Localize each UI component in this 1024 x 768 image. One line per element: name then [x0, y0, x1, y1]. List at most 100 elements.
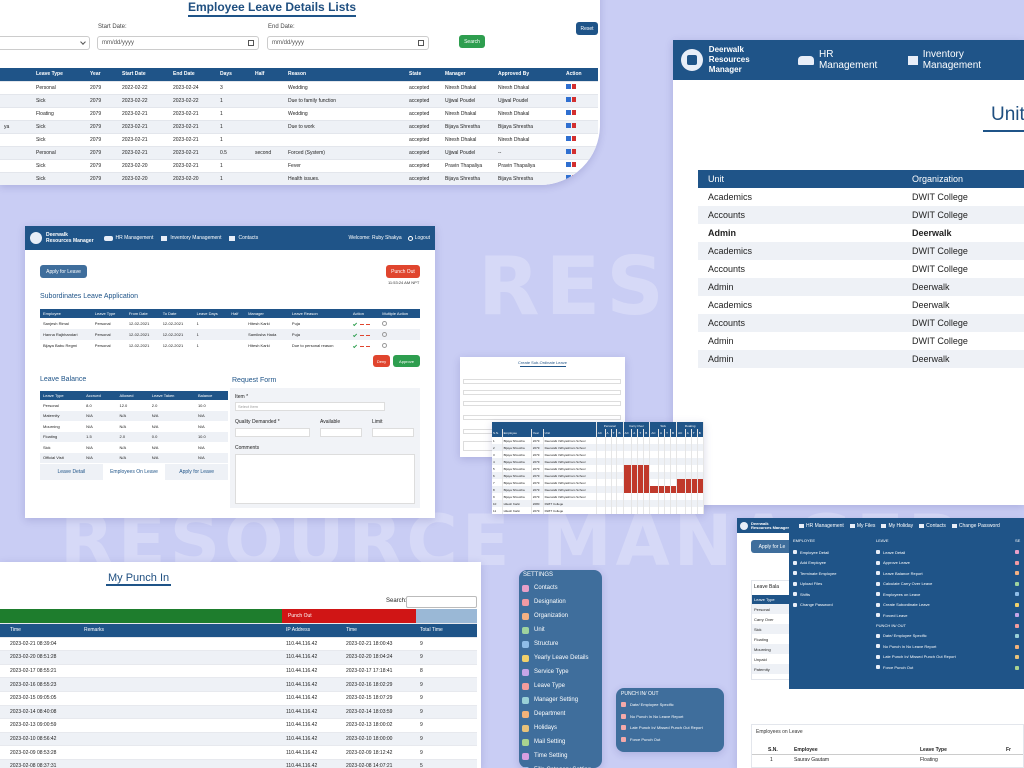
check-icon[interactable] [352, 321, 357, 327]
delete-icon[interactable] [572, 123, 576, 128]
settings-item[interactable]: Service Type [519, 665, 602, 679]
edit-icon[interactable] [566, 175, 571, 181]
item-select[interactable]: Select Item [235, 402, 385, 411]
menu-item[interactable]: Employee Detail [793, 547, 873, 558]
delete-icon[interactable] [572, 97, 576, 102]
menu-item[interactable] [1015, 631, 1024, 642]
tab-leave-detail[interactable]: Leave Detail [40, 464, 103, 480]
menu-item[interactable]: Upload Files [793, 579, 873, 590]
edit-icon[interactable] [566, 162, 571, 167]
start-date-input[interactable]: mm/dd/yyyy [97, 36, 259, 50]
row-checkbox[interactable] [382, 320, 388, 326]
menu-item[interactable] [1015, 558, 1024, 569]
menu-item[interactable]: Date/ Employee Specific [876, 631, 1006, 642]
settings-item[interactable]: Fills Category Setting [519, 763, 602, 768]
settings-item[interactable]: Department [519, 707, 602, 721]
punch-menu-item[interactable]: No Punch In No Leave Report [621, 711, 724, 723]
menu-item[interactable]: Change Password [793, 600, 873, 611]
menu-item[interactable]: Approve Leave [876, 558, 1006, 569]
nav-item[interactable]: My Files [849, 523, 875, 529]
apply-for-leave-button[interactable]: Apply for Le [751, 540, 793, 553]
end-date-input[interactable]: mm/dd/yyyy [267, 36, 429, 50]
nav-inventory-management[interactable]: Inventory Management [907, 49, 1024, 71]
employee-select[interactable] [0, 36, 90, 50]
row-checkbox[interactable] [382, 342, 388, 348]
delete-icon[interactable] [572, 162, 576, 167]
menu-item[interactable]: Create Subordinate Leave [876, 600, 1006, 611]
minus-icon[interactable] [365, 346, 370, 347]
check-icon[interactable] [352, 343, 357, 349]
search-input[interactable] [406, 596, 477, 608]
tab-employees-on-leave[interactable]: Employees On Leave [102, 464, 166, 480]
nav-item[interactable]: My Holiday [881, 523, 913, 529]
delete-icon[interactable] [572, 136, 576, 141]
from-date-field[interactable] [463, 401, 621, 406]
edit-icon[interactable] [566, 149, 571, 154]
menu-item[interactable] [1015, 547, 1024, 558]
menu-item[interactable]: Forced Leave [876, 610, 1006, 621]
close-icon[interactable] [359, 335, 364, 336]
menu-item[interactable] [1015, 663, 1024, 674]
close-icon[interactable] [359, 346, 364, 347]
logout-link[interactable]: Logout [407, 235, 430, 241]
menu-item[interactable]: Leave Detail [876, 547, 1006, 558]
menu-item[interactable] [1015, 600, 1024, 611]
to-date-field[interactable] [463, 415, 621, 420]
edit-icon[interactable] [566, 110, 571, 115]
punch-menu-item[interactable]: Force Punch Out [621, 734, 724, 746]
menu-item[interactable]: Force Punch Out [876, 662, 1006, 673]
delete-icon[interactable] [572, 110, 576, 115]
menu-item[interactable]: Employees on Leave [876, 589, 1006, 600]
available-input[interactable] [320, 428, 362, 437]
menu-item[interactable] [1015, 610, 1024, 621]
menu-item[interactable]: Add Employee [793, 558, 873, 569]
menu-item[interactable]: Shifts [793, 589, 873, 600]
tab-apply-for-leave[interactable]: Apply for Leave [165, 464, 228, 480]
nav-item[interactable]: Change Password [951, 523, 1000, 529]
settings-item[interactable]: Structure [519, 637, 602, 651]
menu-item[interactable]: No Punch In No Leave Report [876, 641, 1006, 652]
employee-field[interactable] [463, 379, 621, 384]
leave-type-field[interactable] [463, 390, 621, 395]
search-button[interactable]: Search [459, 35, 485, 48]
comments-textarea[interactable] [235, 454, 415, 504]
settings-item[interactable]: Designation [519, 595, 602, 609]
limit-input[interactable] [372, 428, 414, 437]
delete-icon[interactable] [572, 149, 576, 154]
edit-icon[interactable] [566, 123, 571, 128]
quantity-input[interactable] [235, 428, 310, 437]
settings-item[interactable]: Time Setting [519, 749, 602, 763]
nav-contacts[interactable]: Contacts [229, 235, 258, 241]
menu-item[interactable] [1015, 579, 1024, 590]
settings-item[interactable]: Yearly Leave Details [519, 651, 602, 665]
settings-item[interactable]: Unit [519, 623, 602, 637]
close-icon[interactable] [359, 324, 364, 325]
deny-button[interactable]: Deny [373, 355, 390, 367]
menu-item[interactable] [1015, 621, 1024, 632]
settings-item[interactable]: Contacts [519, 581, 602, 595]
approve-button[interactable]: Approve [393, 355, 420, 367]
reset-button[interactable]: Reset [576, 22, 598, 35]
punch-menu-item[interactable]: Late Punch In/ Missed Punch Out Report [621, 722, 724, 734]
nav-item[interactable]: Contacts [919, 523, 946, 529]
menu-item[interactable]: Late Punch In/ Missed Punch Out Report [876, 652, 1006, 663]
edit-icon[interactable] [566, 84, 571, 89]
nav-hr-management[interactable]: HR Management [798, 49, 894, 71]
delete-icon[interactable] [572, 84, 576, 89]
menu-item[interactable] [1015, 652, 1024, 663]
punch-out-button[interactable]: Punch Out [386, 265, 420, 278]
edit-icon[interactable] [566, 97, 571, 102]
settings-item[interactable]: Leave Type [519, 679, 602, 693]
menu-item[interactable]: Terminate Employee [793, 568, 873, 579]
nav-item[interactable]: HR Management [799, 523, 844, 529]
settings-item[interactable]: Manager Setting [519, 693, 602, 707]
menu-item[interactable]: Calculate Carry Over Leave [876, 579, 1006, 590]
settings-item[interactable]: Holidays [519, 721, 602, 735]
settings-item[interactable]: Organization [519, 609, 602, 623]
edit-icon[interactable] [566, 136, 571, 141]
check-icon[interactable] [352, 332, 357, 338]
row-checkbox[interactable] [382, 331, 388, 337]
apply-for-leave-button[interactable]: Apply for Leave [40, 265, 87, 278]
nav-inventory-management[interactable]: Inventory Management [161, 235, 221, 241]
punch-menu-item[interactable]: Date/ Employee Specific [621, 699, 724, 711]
